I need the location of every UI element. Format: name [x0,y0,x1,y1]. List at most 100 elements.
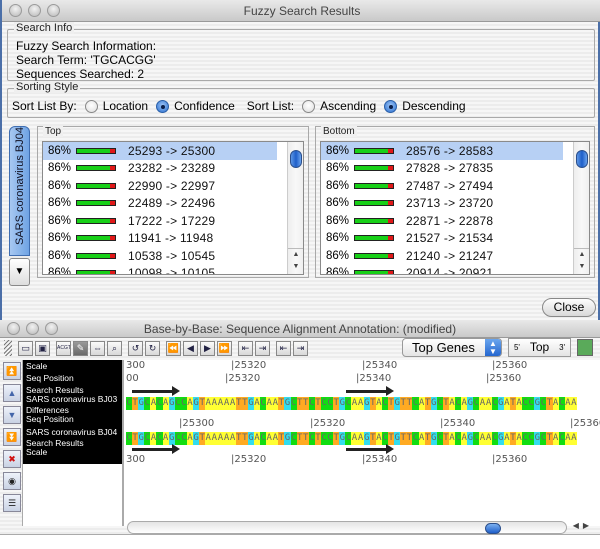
find-icon[interactable]: ⌕ [107,340,122,356]
comment-icon[interactable]: ⇔ [90,340,105,356]
tab-scroll-down-button[interactable]: ▼ [9,258,30,286]
zoom-window-icon[interactable] [47,4,60,17]
location-range: 23282 -> 23289 [128,161,216,176]
undo-icon[interactable]: ↺ [128,340,143,356]
minimize-window-icon[interactable] [26,322,39,335]
radio-ascending[interactable] [302,99,316,113]
redo-icon[interactable]: ↻ [145,340,160,356]
list-item[interactable]: 86% 11941 -> 11948 [43,230,277,248]
row-label[interactable]: Seq Position [26,415,122,424]
search-result-arrow[interactable] [132,386,180,396]
list-item[interactable]: 86% 21527 -> 21534 [321,230,563,248]
open-icon[interactable]: ▭ [18,340,33,356]
radio-descending-label[interactable]: Descending [402,99,465,113]
scroll-thumb[interactable] [485,523,501,534]
sequence-bj04[interactable]: CTGCACAGCCAGTAAAAATTGACAATGCTTCTCCTGCAAG… [126,432,577,445]
bottom-scale-tick: |25340 [362,454,398,465]
search-result-arrow[interactable] [346,386,394,396]
close-window-icon[interactable] [9,4,22,17]
window-titlebar[interactable]: Base-by-Base: Sequence Alignment Annotat… [0,320,600,338]
row-label[interactable]: SARS coronavirus BJ04 [26,427,122,437]
status-bar [0,534,600,549]
list-item[interactable]: 86% 23713 -> 23720 [321,195,563,213]
radio-confidence-label[interactable]: Confidence [174,99,235,113]
top-list-scrollbar[interactable]: ▲ ▼ [287,142,303,274]
next-mark-icon[interactable]: ⇥ [293,340,308,356]
scroll-track[interactable] [127,521,567,534]
list-item[interactable]: 86% 20914 -> 20921 [321,265,563,274]
next-diff-icon[interactable]: ⇥ [255,340,270,356]
radio-location[interactable] [84,99,98,113]
close-window-icon[interactable] [7,322,20,335]
list-item[interactable]: 86% 10098 -> 10105 [43,265,277,274]
bottom-results-list[interactable]: 86% 28576 -> 28583 86% 27828 -> 27835 86% 274… [320,141,590,275]
list-item[interactable]: 86% 17222 -> 17229 [43,212,277,230]
triangle-down-icon: ▼ [14,266,25,277]
list-item[interactable]: 86% 22871 -> 22878 [321,212,563,230]
prev-icon[interactable]: ◀ [183,340,198,356]
alignment-view[interactable]: 300 |25320 |25340 |25360 00 |25320 |2534… [122,360,600,526]
tab-sars-coronavirus-bj04[interactable]: SARS coronavirus BJ04 [9,126,30,256]
top-results-list[interactable]: 86% 25293 -> 25300 86% 23282 -> 23289 86% 229… [42,141,304,275]
search-result-arrow[interactable] [132,444,180,454]
window-title: Base-by-Base: Sequence Alignment Annotat… [143,322,457,336]
toolbar-grip[interactable] [4,340,12,356]
prev-mark-icon[interactable]: ⇤ [276,340,291,356]
row-label[interactable]: SARS coronavirus BJ03 [26,395,122,404]
list-item[interactable]: 86% 22990 -> 22997 [43,177,277,195]
list-item[interactable]: 86% 22489 -> 22496 [43,195,277,213]
location-range: 28576 -> 28583 [406,143,494,158]
radio-descending[interactable] [384,99,398,113]
move-top-icon[interactable]: ⏫ [3,362,21,380]
list-item[interactable]: 86% 21240 -> 21247 [321,247,563,265]
confidence-bar [354,200,394,207]
eye-icon[interactable]: ◉ [3,472,21,490]
prev-diff-icon[interactable]: ⇤ [238,340,253,356]
list-item[interactable]: 86% 27487 -> 27494 [321,177,563,195]
scroll-arrows[interactable]: ◀▶ [573,521,593,530]
search-result-arrow[interactable] [346,444,394,454]
scroll-arrows[interactable]: ▲ ▼ [288,248,303,274]
base-by-base-window: Base-by-Base: Sequence Alignment Annotat… [0,320,600,549]
scroll-thumb[interactable] [290,150,302,168]
first-icon[interactable]: ⏪ [166,340,181,356]
list-item[interactable]: 86% 27828 -> 27835 [321,160,563,178]
close-button[interactable]: Close [542,298,596,317]
row-label[interactable]: Scale [26,448,122,457]
row-label[interactable]: Scale [26,362,122,371]
radio-confidence[interactable] [156,99,170,113]
gene-select[interactable]: Top Genes ▲ ▼ [402,338,502,357]
confidence-percent: 86% [48,249,72,262]
horizontal-scrollbar[interactable]: ◀▶ [127,521,593,534]
minimize-window-icon[interactable] [28,4,41,17]
radio-location-label[interactable]: Location [103,99,148,113]
scroll-arrows[interactable]: ▲ ▼ [574,248,589,274]
confidence-bar [76,217,116,224]
sorting-style-legend: Sorting Style [14,81,81,93]
last-icon[interactable]: ⏩ [217,340,232,356]
next-icon[interactable]: ▶ [200,340,215,356]
list-item[interactable]: 86% 28576 -> 28583 [321,142,563,160]
edit-icon[interactable]: ✎ [73,340,88,356]
window-titlebar[interactable]: Fuzzy Search Results [2,0,600,22]
acgt-icon[interactable]: ACGT [56,340,71,356]
list-item[interactable]: 86% 10538 -> 10545 [43,247,277,265]
list-item[interactable]: 86% 25293 -> 25300 [43,142,277,160]
move-up-icon[interactable]: ▲ [3,384,21,402]
list-icon[interactable]: ☰ [3,494,21,512]
bottom-list-scrollbar[interactable]: ▲ ▼ [573,142,589,274]
confidence-percent: 86% [326,162,350,175]
scroll-thumb[interactable] [576,150,588,168]
move-bottom-icon[interactable]: ⏬ [3,428,21,446]
row-label[interactable]: Seq Position [26,373,122,383]
list-item[interactable]: 86% 23282 -> 23289 [43,160,277,178]
zoom-window-icon[interactable] [45,322,58,335]
radio-ascending-label[interactable]: Ascending [320,99,376,113]
color-scheme-button[interactable] [577,339,593,356]
strand-toggle[interactable]: 5' Top 3' [508,338,571,357]
sequence-bj03[interactable]: CTGCACAGCCAGTAAAAATTGACAATGCTTCTCCTGCAAG… [126,397,577,410]
tab-label: SARS coronavirus BJ04 [14,127,26,245]
move-down-icon[interactable]: ▼ [3,406,21,424]
delete-row-icon[interactable]: ✖ [3,450,21,468]
save-icon[interactable]: ▣ [35,340,50,356]
